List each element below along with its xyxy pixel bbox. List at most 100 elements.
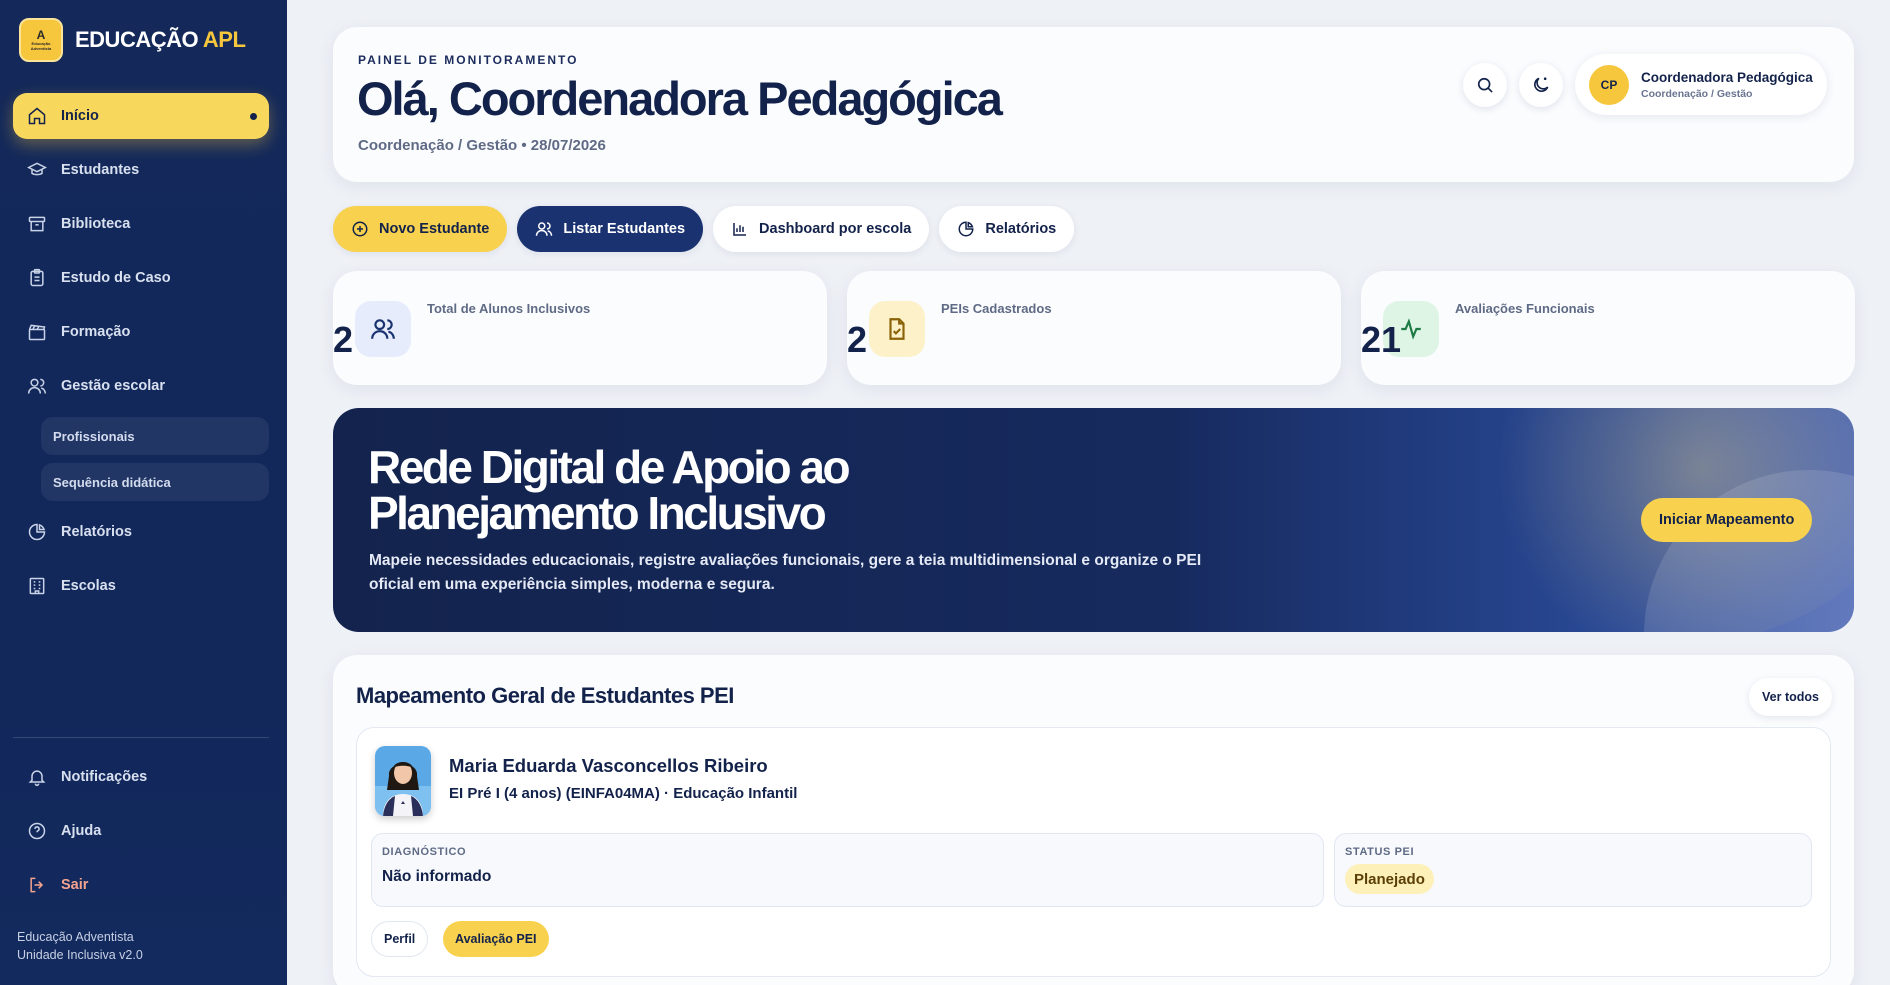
sidebar-subitem-label: Profissionais <box>53 428 135 444</box>
home-icon <box>28 107 46 125</box>
file-check-icon <box>889 318 905 340</box>
brand-name: EDUCAÇÃO APL <box>75 27 246 53</box>
header-eyebrow: PAINEL DE MONITORAMENTO <box>358 53 579 67</box>
sidebar-divider <box>13 737 269 738</box>
sidebar-subitem-profissionais[interactable]: Profissionais <box>41 417 269 455</box>
users-icon <box>371 319 395 339</box>
clipboard-icon <box>30 268 44 287</box>
status-badge: Planejado <box>1345 864 1434 894</box>
diagnosis-box: DIAGNÓSTICO Não informado <box>371 833 1324 907</box>
pei-evaluation-button[interactable]: Avaliação PEI <box>443 921 549 957</box>
sidebar-item-label: Estudantes <box>61 162 140 178</box>
footer-version: Unidade Inclusiva v2.0 <box>17 948 143 962</box>
stat-card-peis: PEIs Cadastrados 2 <box>847 271 1341 385</box>
header-card: PAINEL DE MONITORAMENTO Olá, Coordenador… <box>333 27 1854 182</box>
student-class-info: EI Pré I (4 anos) (EINFA04MA) · Educação… <box>449 785 798 802</box>
new-student-button[interactable]: Novo Estudante <box>333 206 508 252</box>
activity-icon <box>1401 318 1421 340</box>
sidebar-item-inicio[interactable]: Início <box>13 93 269 139</box>
sidebar-item-label: Sair <box>61 877 89 893</box>
active-indicator-dot <box>250 112 257 120</box>
sidebar-item-gestao-escolar[interactable]: Gestão escolar <box>13 363 269 409</box>
pei-status-box: STATUS PEI Planejado <box>1334 833 1812 907</box>
start-mapping-button[interactable]: Iniciar Mapeamento <box>1641 498 1813 542</box>
search-button[interactable] <box>1463 63 1507 107</box>
sidebar-item-label: Estudo de Caso <box>61 270 171 286</box>
section-title: Mapeamento Geral de Estudantes PEI <box>356 683 734 708</box>
sidebar-item-label: Notificações <box>61 769 148 785</box>
student-photo <box>375 746 431 816</box>
page-title: Olá, Coordenadora Pedagógica <box>357 72 1003 125</box>
sidebar-item-ajuda[interactable]: Ajuda <box>13 808 269 854</box>
list-students-button[interactable]: Listar Estudantes <box>517 206 704 252</box>
button-label: Novo Estudante <box>379 221 490 237</box>
sidebar-item-escolas[interactable]: Escolas <box>13 563 269 609</box>
user-name: Coordenadora Pedagógica <box>1641 69 1813 85</box>
search-icon <box>1477 77 1493 93</box>
sidebar-item-label: Biblioteca <box>61 216 131 232</box>
help-circle-icon <box>28 822 46 840</box>
clapperboard-icon <box>28 324 46 341</box>
archive-icon <box>28 216 46 232</box>
stat-label: Avaliações Funcionais <box>1455 301 1595 316</box>
sidebar-item-label: Gestão escolar <box>61 378 165 394</box>
hero-description: Mapeie necessidades educacionais, regist… <box>369 552 1202 593</box>
diagnosis-value: Não informado <box>382 868 492 885</box>
building-icon <box>29 577 45 595</box>
pie-chart-icon <box>28 523 46 541</box>
users-icon <box>27 378 47 394</box>
sidebar-item-sair[interactable]: Sair <box>13 862 269 908</box>
moon-icon <box>1534 77 1549 92</box>
bar-chart-icon <box>733 223 747 236</box>
users-icon <box>536 222 553 236</box>
sidebar-item-formacao[interactable]: Formação <box>13 309 269 355</box>
button-label: Dashboard por escola <box>759 221 912 237</box>
sidebar-item-label: Escolas <box>61 578 116 594</box>
brand-name-main: EDUCAÇÃO <box>75 27 199 52</box>
brand-name-accent: APL <box>202 27 246 52</box>
plus-circle-icon <box>352 221 368 237</box>
user-profile-chip[interactable]: CP Coordenadora Pedagógica Coordenação /… <box>1575 54 1827 115</box>
sidebar-item-label: Formação <box>61 324 131 340</box>
student-mapping-section: Mapeamento Geral de Estudantes PEI Ver t… <box>333 655 1854 985</box>
stat-value: 2 <box>847 319 868 360</box>
button-label: Relatórios <box>985 221 1057 237</box>
stat-label: PEIs Cadastrados <box>941 301 1052 316</box>
brand[interactable]: A Educação Adventista EDUCAÇÃO APL <box>19 18 246 62</box>
student-name[interactable]: Maria Eduarda Vasconcellos Ribeiro <box>449 755 768 777</box>
pei-status-label: STATUS PEI <box>1345 846 1415 858</box>
sidebar-subitem-sequencia-didatica[interactable]: Sequência didática <box>41 463 269 501</box>
bell-icon <box>28 770 46 787</box>
reports-button[interactable]: Relatórios <box>939 206 1075 252</box>
school-dashboard-button[interactable]: Dashboard por escola <box>713 206 930 252</box>
student-photo-illustration <box>375 746 431 816</box>
stats-row: Total de Alunos Inclusivos 2 PEIs Cadast… <box>333 271 1855 385</box>
stat-label: Total de Alunos Inclusivos <box>427 301 591 316</box>
pie-chart-icon <box>958 221 974 237</box>
sidebar-item-label: Ajuda <box>61 823 102 839</box>
main-content: PAINEL DE MONITORAMENTO Olá, Coordenador… <box>287 0 1890 985</box>
sidebar-item-estudantes[interactable]: Estudantes <box>13 147 269 193</box>
sidebar-item-label: Relatórios <box>61 524 132 540</box>
brand-logo: A Educação Adventista <box>19 18 63 62</box>
theme-toggle-button[interactable] <box>1519 63 1563 107</box>
stat-icon-wrap <box>355 301 411 357</box>
diagnosis-label: DIAGNÓSTICO <box>382 846 467 858</box>
see-all-button[interactable]: Ver todos <box>1749 678 1832 716</box>
quick-actions: Novo Estudante Listar Estudantes Dashboa… <box>333 206 1075 252</box>
footer-org: Educação Adventista <box>17 930 134 944</box>
sidebar-nav: Início Estudantes Biblioteca Estudo de C… <box>13 93 269 617</box>
sidebar-bottom-nav: Notificações Ajuda Sair <box>13 754 269 916</box>
stat-card-evaluations: Avaliações Funcionais 21 <box>1361 271 1855 385</box>
profile-button[interactable]: Perfil <box>371 921 429 957</box>
brand-logo-text: Educação Adventista <box>30 41 52 51</box>
sidebar-item-notificacoes[interactable]: Notificações <box>13 754 269 800</box>
sidebar-item-relatorios[interactable]: Relatórios <box>13 509 269 555</box>
sidebar-item-estudo-de-caso[interactable]: Estudo de Caso <box>13 255 269 301</box>
sidebar-subitem-label: Sequência didática <box>53 474 171 490</box>
user-role: Coordenação / Gestão <box>1641 87 1753 100</box>
stat-value: 21 <box>1361 319 1402 360</box>
header-subtitle: Coordenação / Gestão • 28/07/2026 <box>358 137 606 154</box>
avatar: CP <box>1589 64 1629 105</box>
sidebar-item-biblioteca[interactable]: Biblioteca <box>13 201 269 247</box>
